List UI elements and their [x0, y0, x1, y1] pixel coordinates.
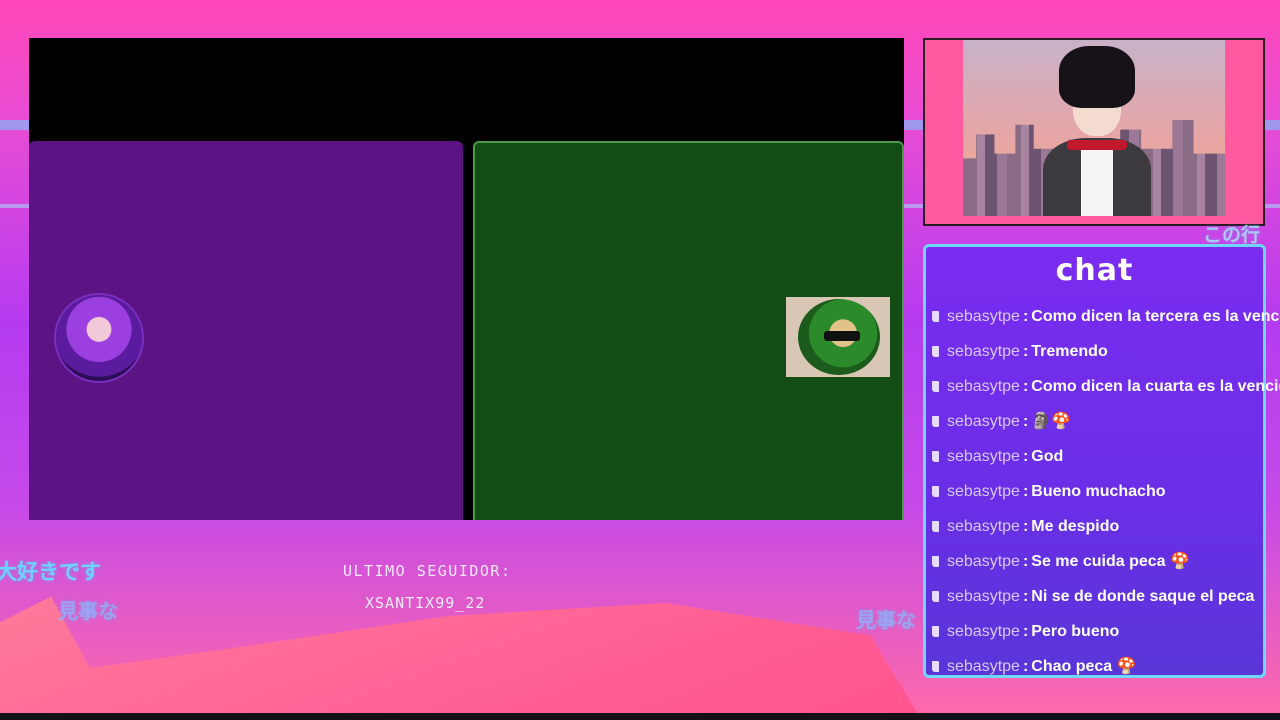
chat-panel: chat sebasytpe: Como dicen la tercera es …	[923, 244, 1280, 678]
chat-message: sebasytpe: Pero bueno	[932, 614, 1262, 649]
avatar-shirt	[1081, 144, 1113, 216]
chat-text: Pero bueno	[1031, 622, 1120, 640]
chat-username: sebasytpe	[947, 447, 1020, 465]
player-avatar-green	[786, 297, 890, 377]
chat-text: Como dicen la cuarta es la vencida	[1031, 377, 1280, 395]
chat-text: Chao peca 🍄	[1031, 657, 1137, 675]
player-panel-green	[473, 141, 904, 520]
chat-title: chat	[1055, 253, 1134, 288]
chat-username: sebasytpe	[947, 482, 1020, 500]
chat-text: Tremendo	[1031, 342, 1108, 360]
broadcaster-badge-icon	[932, 591, 939, 602]
broadcaster-badge-icon	[932, 556, 939, 567]
chat-message-list: sebasytpe: Como dicen la tercera es la ve…	[932, 299, 1280, 684]
broadcaster-badge-icon	[932, 486, 939, 497]
last-follower-label: ULTIMO SEGUIDOR:	[343, 562, 512, 580]
chat-text: Se me cuida peca 🍄	[1031, 552, 1190, 570]
bottom-strip	[0, 713, 1280, 720]
chat-message: sebasytpe: Chao peca 🍄	[932, 649, 1262, 684]
chat-text: Ni se de donde saque el peca	[1031, 587, 1255, 605]
chat-username: sebasytpe	[947, 552, 1020, 570]
chat-message: sebasytpe: Como dicen la tercera es la ve…	[932, 299, 1280, 334]
chat-text: Como dicen la tercera es la vencida	[1031, 307, 1280, 325]
chat-text: 🗿🍄	[1031, 412, 1072, 430]
chat-username: sebasytpe	[947, 342, 1020, 360]
decorative-japanese-text: 見事な	[856, 608, 916, 632]
sunglasses-icon	[824, 331, 860, 341]
player-avatar-purple	[56, 295, 142, 381]
decorative-japanese-text: この行	[1203, 224, 1261, 246]
player-panel-purple	[29, 141, 463, 520]
last-follower-name: XSANTIX99_22	[365, 594, 486, 612]
chat-message: sebasytpe: Me despido	[932, 509, 1262, 544]
vtuber-avatar	[1043, 46, 1151, 216]
chat-username: sebasytpe	[947, 412, 1020, 430]
broadcaster-badge-icon	[932, 381, 939, 392]
chat-username: sebasytpe	[947, 587, 1020, 605]
chat-message: sebasytpe: 🗿🍄	[932, 404, 1262, 439]
broadcaster-badge-icon	[932, 521, 939, 532]
chat-message: sebasytpe: Bueno muchacho	[932, 474, 1262, 509]
chat-text: Me despido	[1031, 517, 1120, 535]
broadcaster-badge-icon	[932, 346, 939, 357]
broadcaster-badge-icon	[932, 661, 939, 672]
chat-message: sebasytpe: God	[932, 439, 1262, 474]
chat-username: sebasytpe	[947, 307, 1020, 325]
decorative-japanese-text: 大好きです	[0, 560, 101, 584]
chat-message: sebasytpe: Ni se de donde saque el peca	[932, 579, 1262, 614]
broadcaster-badge-icon	[932, 311, 939, 322]
chat-username: sebasytpe	[947, 622, 1020, 640]
game-capture	[29, 38, 904, 520]
avatar-trim	[1067, 140, 1127, 150]
webcam-frame	[923, 38, 1265, 226]
broadcaster-badge-icon	[932, 416, 939, 427]
chat-username: sebasytpe	[947, 517, 1020, 535]
chat-username: sebasytpe	[947, 377, 1020, 395]
chat-message: sebasytpe: Como dicen la cuarta es la ven…	[932, 369, 1280, 404]
decorative-japanese-text: 見事な	[58, 599, 118, 623]
broadcaster-badge-icon	[932, 451, 939, 462]
chat-text: God	[1031, 447, 1064, 465]
avatar-hair	[1059, 46, 1135, 108]
chat-message: sebasytpe: Tremendo	[932, 334, 1262, 369]
chat-message: sebasytpe: Se me cuida peca 🍄	[932, 544, 1262, 579]
chat-username: sebasytpe	[947, 657, 1020, 675]
chat-text: Bueno muchacho	[1031, 482, 1166, 500]
broadcaster-badge-icon	[932, 626, 939, 637]
